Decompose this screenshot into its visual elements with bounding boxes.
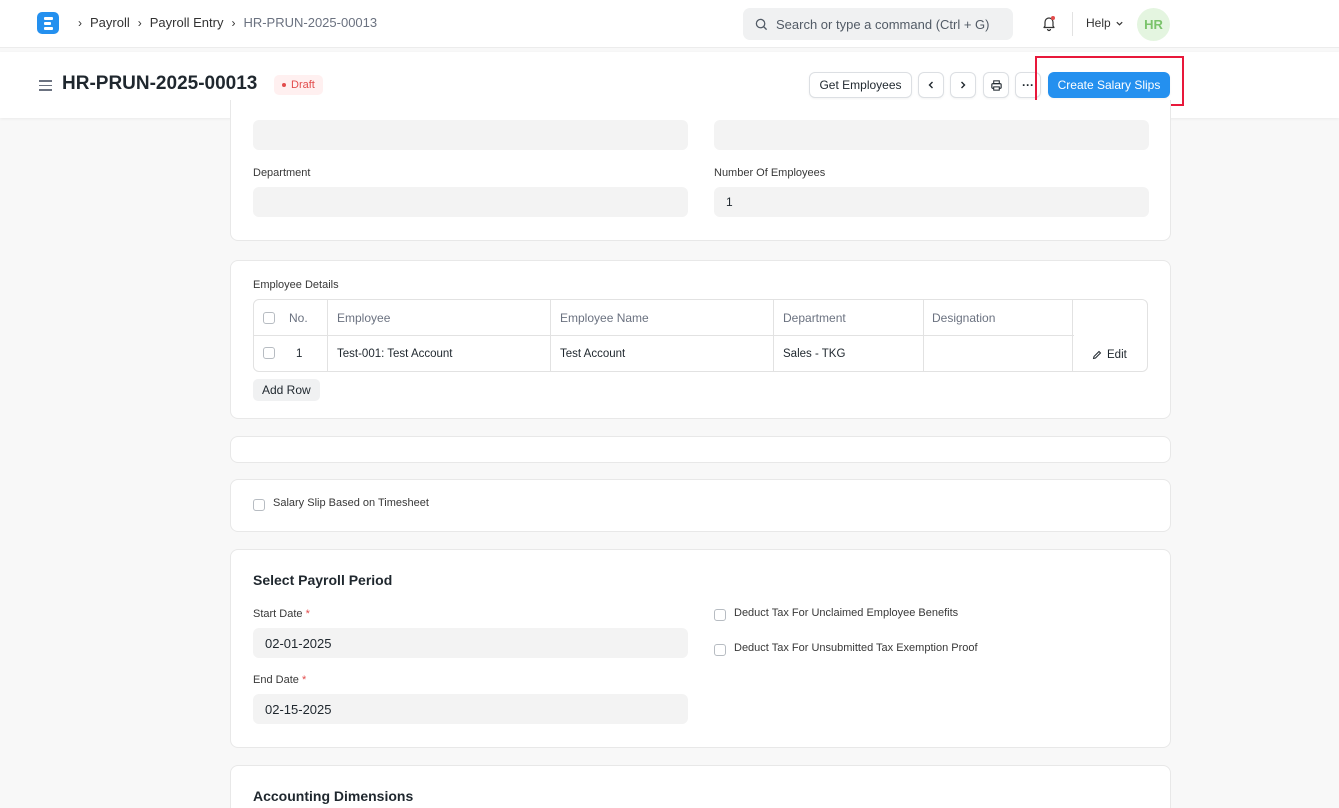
employee-details-label: Employee Details [253,279,339,291]
deduct-unclaimed-label: Deduct Tax For Unclaimed Employee Benefi… [734,607,959,619]
next-doc-button[interactable] [950,72,976,98]
navbar-divider [1072,12,1073,36]
row-edit-button[interactable]: Edit [1092,336,1127,371]
pencil-icon [1092,350,1102,359]
add-row-button[interactable]: Add Row [253,379,320,401]
filter-field-right[interactable] [714,120,1149,150]
column-header-employee: Employee [337,310,391,325]
employee-details-card: Employee Details No. Employee Employee N… [230,260,1171,419]
table-cell-employee[interactable]: Test-001: Test Account [337,336,453,371]
table-cell-employee-name[interactable]: Test Account [560,336,625,371]
table-cell-no: 1 [296,347,303,360]
chevron-down-icon [1116,21,1123,26]
chevron-right-icon [961,81,966,89]
previous-doc-button[interactable] [918,72,944,98]
filter-field-left[interactable] [253,120,688,150]
payroll-period-card: Select Payroll Period Start Date * 02-01… [230,549,1171,748]
select-all-checkbox[interactable] [263,312,275,324]
bell-icon[interactable] [1040,14,1058,32]
department-field[interactable] [253,187,688,217]
deduct-unsubmitted-label: Deduct Tax For Unsubmitted Tax Exemption… [734,642,978,654]
edit-label: Edit [1107,348,1127,361]
start-date-label: Start Date * [253,608,310,620]
accounting-dimensions-title: Accounting Dimensions [253,788,414,804]
app-logo-icon[interactable] [37,12,59,34]
accounting-dimensions-card: Accounting Dimensions [230,765,1171,808]
column-header-employee-name: Employee Name [560,310,649,325]
end-date-field[interactable]: 02-15-2025 [253,694,688,724]
help-dropdown[interactable]: Help [1086,16,1124,30]
timesheet-checkbox[interactable] [253,499,265,511]
column-header-designation: Designation [932,310,996,325]
department-label: Department [253,167,311,179]
chevron-right-icon: › [231,15,236,30]
get-employees-button[interactable]: Get Employees [809,72,912,98]
number-of-employees-label: Number Of Employees [714,167,826,179]
avatar[interactable]: HR [1137,8,1170,41]
print-button[interactable] [983,72,1009,98]
empty-section-card [230,436,1171,463]
chevron-right-icon: › [78,15,82,30]
status-dot-icon [282,83,286,87]
filters-card: Department Number Of Employees 1 [230,100,1171,241]
breadcrumb-payroll-entry[interactable]: Payroll Entry [150,15,224,30]
table-cell-department[interactable]: Sales - TKG [783,336,845,371]
navbar: › Payroll › Payroll Entry › HR-PRUN-2025… [0,0,1339,48]
highlight-box [1035,56,1184,106]
search-input[interactable]: Search or type a command (Ctrl + G) [743,8,1013,40]
sidebar-toggle-icon[interactable] [39,80,52,94]
deduct-unsubmitted-checkbox[interactable] [714,644,726,656]
payroll-period-title: Select Payroll Period [253,572,393,588]
employee-details-table: No. Employee Employee Name Department De… [253,299,1148,372]
timesheet-card: Salary Slip Based on Timesheet [230,479,1171,532]
row-checkbox[interactable] [263,347,275,359]
end-date-label: End Date * [253,674,307,686]
breadcrumb-payroll[interactable]: Payroll [90,15,130,30]
help-label: Help [1086,16,1111,30]
printer-icon [990,79,1002,91]
number-of-employees-field[interactable]: 1 [714,187,1149,217]
page-title: HR-PRUN-2025-00013 [62,73,258,94]
search-placeholder: Search or type a command (Ctrl + G) [776,16,990,32]
chevron-right-icon: › [137,15,142,30]
breadcrumb-current[interactable]: HR-PRUN-2025-00013 [243,15,377,30]
deduct-unclaimed-checkbox[interactable] [714,609,726,621]
status-badge: Draft [274,75,323,95]
search-icon [755,18,768,30]
column-header-department: Department [783,310,846,325]
status-label: Draft [291,79,315,91]
breadcrumb: › Payroll › Payroll Entry › HR-PRUN-2025… [70,15,377,30]
chevron-left-icon [928,81,933,89]
column-header-no: No. [289,310,308,325]
timesheet-label: Salary Slip Based on Timesheet [273,497,429,509]
start-date-field[interactable]: 02-01-2025 [253,628,688,658]
